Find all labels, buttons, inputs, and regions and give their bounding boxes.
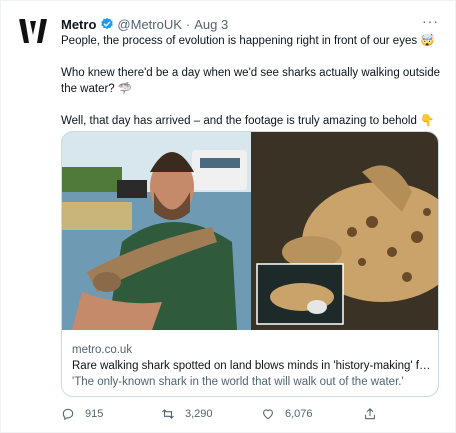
verified-badge-icon (101, 17, 114, 30)
metro-logo-icon (15, 13, 51, 49)
retweet-icon (162, 409, 174, 419)
link-card[interactable]: metro.co.uk Rare walking shark spotted o… (61, 131, 439, 397)
like-button[interactable]: 6,076 (261, 405, 313, 423)
card-image[interactable] (62, 132, 439, 330)
tweet-line: People, the process of evolution is happ… (61, 35, 435, 47)
reply-button[interactable]: 915 (61, 405, 103, 423)
like-count: 6,076 (285, 408, 313, 420)
card-description: 'The only-known shark in the world that … (72, 376, 404, 388)
tweet-header: Metro @MetroUK · Aug 3 (61, 15, 228, 33)
tweet-line: Who knew there'd be a day when we'd see … (61, 67, 440, 79)
retweet-count: 3,290 (185, 408, 213, 420)
tweet-date[interactable]: Aug 3 (194, 17, 228, 32)
card-title: Rare walking shark spotted on land blows… (72, 360, 432, 372)
avatar[interactable] (15, 13, 51, 49)
more-icon[interactable]: ··· (422, 13, 439, 29)
tweet-line: the water? 🦈 (61, 83, 133, 95)
like-icon (263, 409, 273, 420)
card-domain: metro.co.uk (72, 344, 133, 356)
separator-dot: · (185, 16, 191, 32)
tweet-actions: 915 3,290 6,076 (61, 405, 431, 423)
card-info[interactable]: metro.co.uk Rare walking shark spotted o… (72, 342, 432, 390)
author-handle[interactable]: @MetroUK (117, 17, 182, 32)
reply-count: 915 (85, 408, 104, 420)
retweet-button[interactable]: 3,290 (161, 405, 213, 423)
author-name[interactable]: Metro (61, 17, 96, 32)
tweet[interactable]: Metro @MetroUK · Aug 3 ··· People, the p… (0, 0, 456, 433)
share-button[interactable] (363, 405, 387, 423)
tweet-line: Well, that day has arrived – and the foo… (61, 115, 435, 127)
reply-icon (62, 408, 74, 421)
tweet-text: People, the process of evolution is happ… (61, 33, 441, 129)
share-icon (365, 408, 375, 420)
